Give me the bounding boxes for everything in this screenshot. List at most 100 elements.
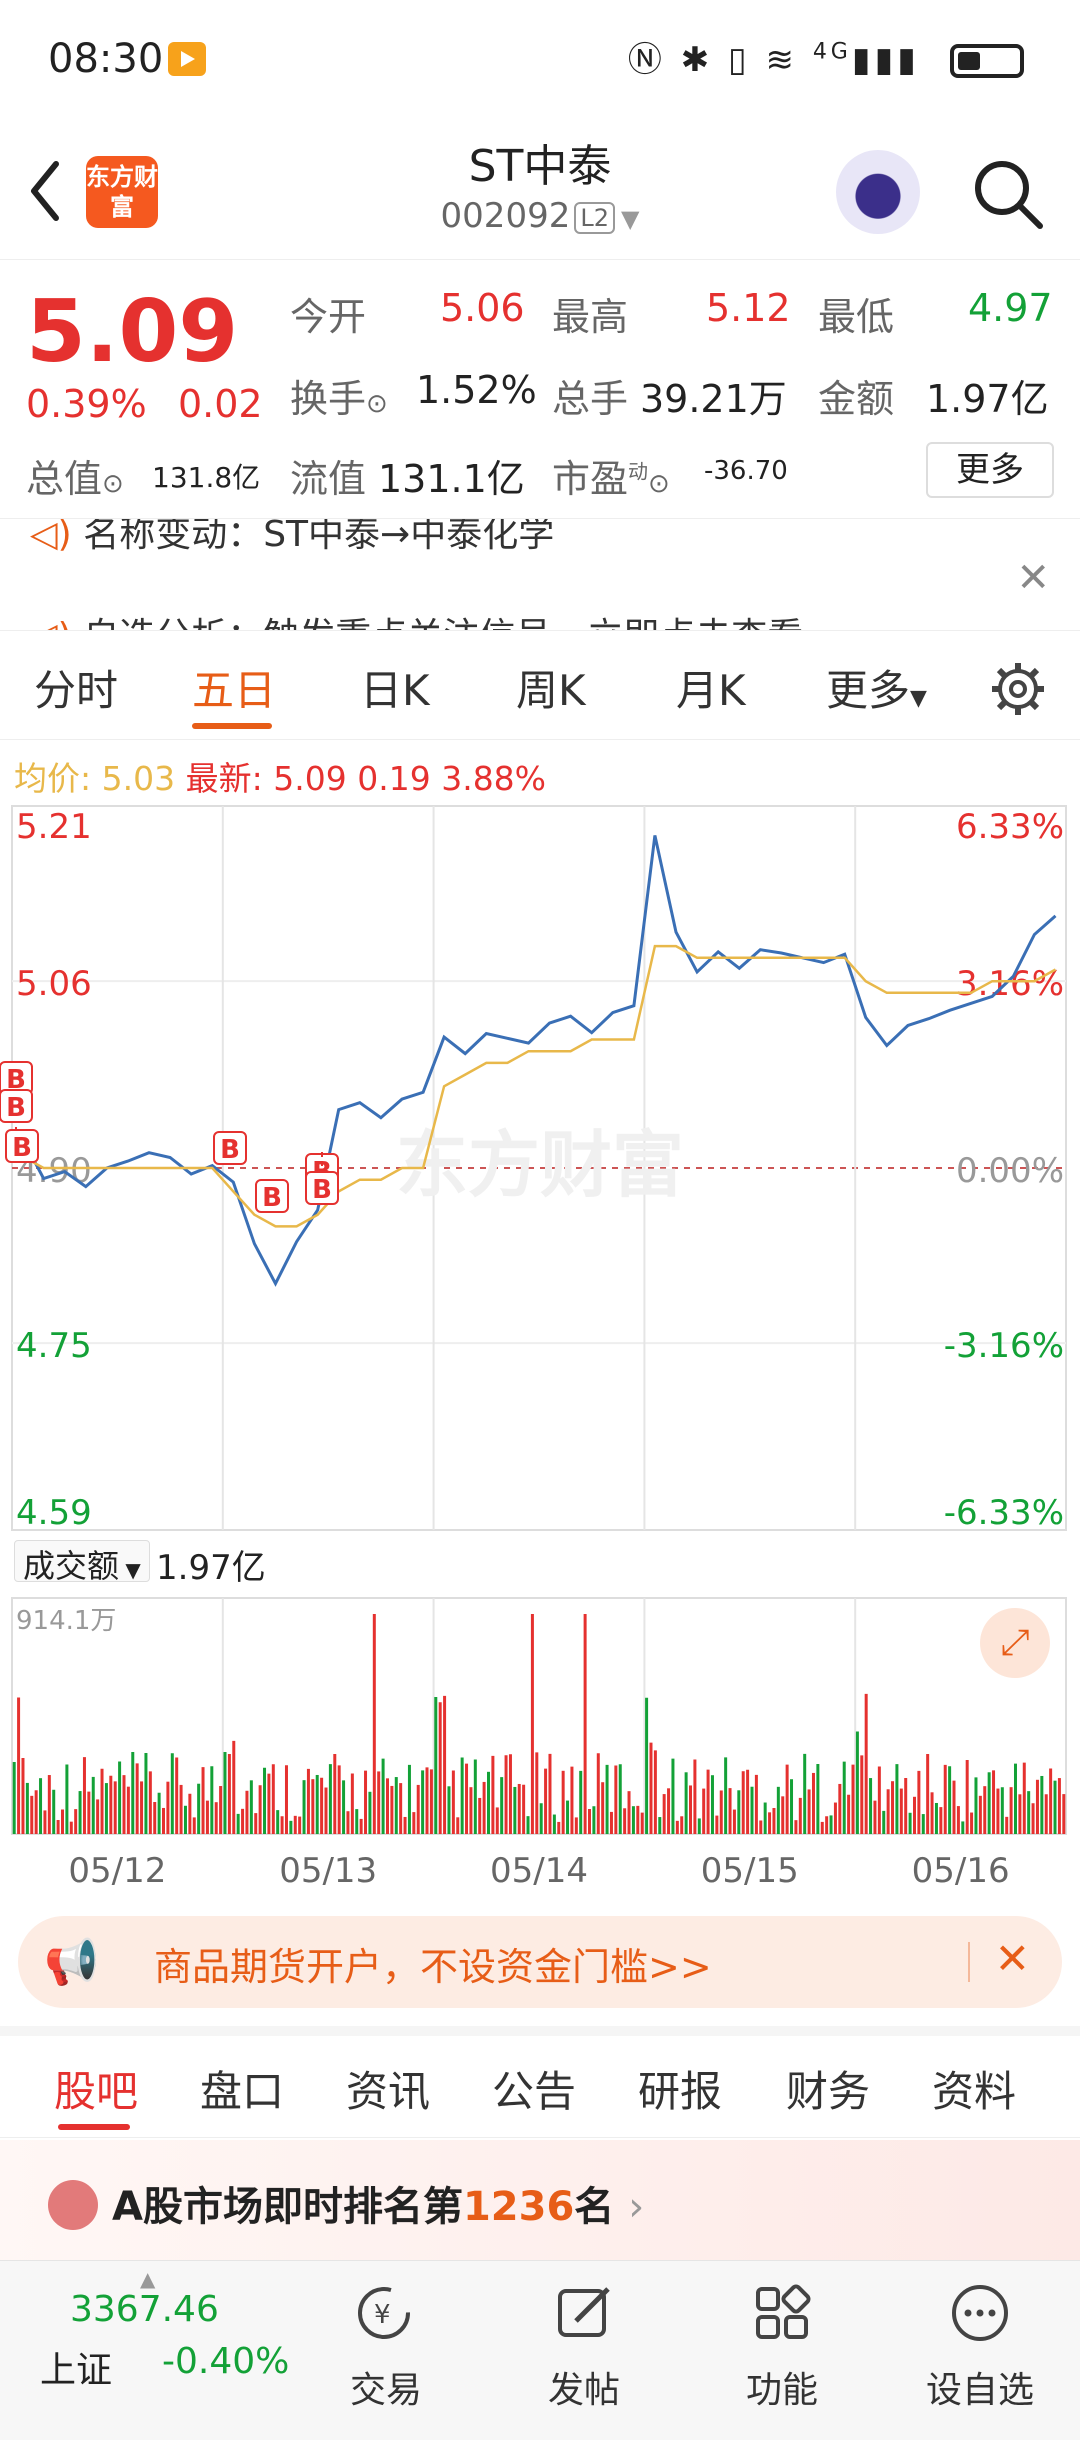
speaker-icon: ◁) <box>30 616 83 630</box>
tab-weekly-k[interactable]: 周K <box>516 657 586 718</box>
tab-monthly-k[interactable]: 月K <box>676 657 746 718</box>
caret-up-icon: ▲ <box>140 2267 156 2291</box>
close-icon[interactable]: ✕ <box>1016 555 1050 601</box>
rank-banner[interactable]: A股市场即时排名第1236名 › <box>0 2140 1080 2260</box>
chart-tabs: 分时 五日 日K 周K 月K 更多▼ <box>0 630 1080 740</box>
tab-announcement[interactable]: 公告 <box>492 2058 576 2119</box>
active-tab-underline <box>192 723 272 729</box>
x-tick-label: 05/13 <box>279 1851 377 1891</box>
megaphone-icon: 📢 <box>44 1937 99 1988</box>
low-value: 4.97 <box>968 286 1053 330</box>
tab-profile[interactable]: 资料 <box>932 2058 1016 2119</box>
float-value: 131.1亿 <box>378 457 525 501</box>
tab-finance[interactable]: 财务 <box>786 2058 870 2119</box>
volume-selector[interactable]: 成交额 ▼ <box>14 1540 150 1585</box>
mktcap-value: 131.8亿 <box>152 461 261 494</box>
notice-scroller[interactable]: ◁) 名称变动：ST中泰→中泰化学 ◁) 自选分析：触发重点关注信号，立即点击查… <box>0 518 1080 630</box>
x-tick-label: 05/15 <box>701 1851 799 1891</box>
active-tab-underline <box>58 2124 130 2130</box>
five-day-chart[interactable]: 均价: 5.03 最新: 5.09 0.19 3.88% 东方财富 5.21 5.0… <box>0 740 1080 1900</box>
speaker-icon: ◁) <box>30 518 84 555</box>
buy-marker-label: B <box>6 1093 26 1123</box>
volume-panel-frame <box>11 1597 1067 1835</box>
turnover-label: 换手⊙ <box>290 377 388 421</box>
ad-banner[interactable]: 📢 商品期货开户，不设资金门槛>> ✕ <box>18 1916 1062 2008</box>
more-button[interactable]: 更多 <box>926 442 1054 498</box>
buy-marker-label: B <box>12 1133 32 1163</box>
gear-icon[interactable] <box>990 661 1046 717</box>
banner-divider <box>968 1942 970 1982</box>
svg-text:¥: ¥ <box>374 2300 391 2330</box>
mktcap-label: 总值⊙ <box>26 457 124 501</box>
nav-trade[interactable]: 交易 <box>316 2361 456 2413</box>
search-icon[interactable] <box>970 156 1046 232</box>
status-bar: 08:30 Ⓝ ✱ ▯ ≋ 4G▮▮▮ <box>0 0 1080 120</box>
nav-add-watchlist[interactable]: 设自选 <box>910 2361 1050 2413</box>
notice-line-1: ◁) 名称变动：ST中泰→中泰化学 <box>30 518 554 557</box>
y-tick-left: 5.21 <box>16 807 92 847</box>
amount-value: 1.97亿 <box>926 377 1049 421</box>
tab-news[interactable]: 资讯 <box>346 2058 430 2119</box>
chart-canvas: 东方财富5.215.064.904.754.596.33%3.16%0.00%-… <box>0 805 1067 1891</box>
y-tick-right: 6.33% <box>956 807 1064 847</box>
open-value: 5.06 <box>440 286 525 330</box>
info-tabs: 股吧 盘口 资讯 公告 研报 财务 资料 <box>0 2026 1080 2138</box>
header: 东方财富 ST中泰 002092 L2 ▼ <box>0 120 1080 260</box>
change-pct: 0.39% <box>26 382 147 426</box>
index-value[interactable]: 3367.46 <box>70 2289 219 2330</box>
current-price: 5.09 <box>26 282 239 382</box>
signal-icons: Ⓝ ✱ ▯ ≋ 4G▮▮▮ <box>627 39 920 80</box>
y-tick-left: 5.06 <box>16 964 92 1004</box>
notice-line-2: ◁) 自选分析：触发重点关注信号，立即点击查看 <box>30 607 803 630</box>
dropdown-icon: ▼ <box>620 205 640 233</box>
y-tick-right: -3.16% <box>944 1326 1064 1366</box>
volume-value: 39.21万 <box>640 377 787 421</box>
buy-marker-label: B <box>220 1135 240 1165</box>
more-dots-icon[interactable] <box>948 2281 1012 2345</box>
low-label: 最低 <box>818 295 895 339</box>
turnover-value: 1.52% <box>416 368 537 412</box>
expand-icon[interactable]: ⤢ <box>980 1608 1050 1678</box>
amount-label: 金额 <box>818 377 895 421</box>
x-tick-label: 05/14 <box>490 1851 588 1891</box>
volume-total: 1.97亿 <box>156 1548 266 1588</box>
high-label: 最高 <box>552 295 629 339</box>
buy-marker-label: B <box>312 1175 332 1205</box>
close-icon[interactable]: ✕ <box>995 1934 1030 1983</box>
tab-research[interactable]: 研报 <box>638 2058 722 2119</box>
tab-daily-k[interactable]: 日K <box>360 657 430 718</box>
tab-intraday[interactable]: 分时 <box>34 657 118 718</box>
price-line <box>21 835 1057 1287</box>
tab-five-day[interactable]: 五日 <box>192 657 276 718</box>
tab-more[interactable]: 更多▼ <box>826 657 927 718</box>
index-change[interactable]: -0.40% <box>162 2341 289 2382</box>
high-value: 5.12 <box>706 286 791 330</box>
apps-icon[interactable] <box>750 2281 814 2345</box>
y-tick-right: 3.16% <box>956 964 1064 1004</box>
y-tick-right: -6.33% <box>944 1493 1064 1533</box>
chart-bars-icon <box>48 2180 98 2230</box>
tab-pankou[interactable]: 盘口 <box>200 2058 284 2119</box>
nav-functions[interactable]: 功能 <box>712 2361 852 2413</box>
index-name[interactable]: 上证 <box>40 2341 112 2393</box>
change-value: 0.02 <box>178 382 263 426</box>
banner-text: 商品期货开户，不设资金门槛>> <box>154 1945 712 1989</box>
float-label: 流值 <box>290 457 367 501</box>
y-tick-right: 0.00% <box>956 1151 1064 1191</box>
buy-marker-label: B <box>262 1183 282 1213</box>
pe-value: -36.70 <box>704 456 788 486</box>
assistant-robot-icon[interactable] <box>836 150 920 234</box>
nav-post[interactable]: 发帖 <box>514 2361 654 2413</box>
bottom-nav: ▲ 3367.46 上证 -0.40% ¥ 交易 发帖 功能 设自选 <box>0 2260 1080 2440</box>
level-badge: L2 <box>574 201 615 234</box>
trade-icon[interactable]: ¥ <box>352 2281 416 2345</box>
open-label: 今开 <box>290 295 367 339</box>
y-tick-left: 4.59 <box>16 1493 92 1533</box>
battery-icon <box>950 44 1024 78</box>
post-icon[interactable] <box>552 2281 616 2345</box>
watermark: 东方财富 <box>396 1123 684 1207</box>
tab-guba[interactable]: 股吧 <box>54 2058 138 2119</box>
x-tick-label: 05/16 <box>912 1851 1010 1891</box>
volume-label: 总手 <box>552 377 629 421</box>
x-tick-label: 05/12 <box>68 1851 166 1891</box>
